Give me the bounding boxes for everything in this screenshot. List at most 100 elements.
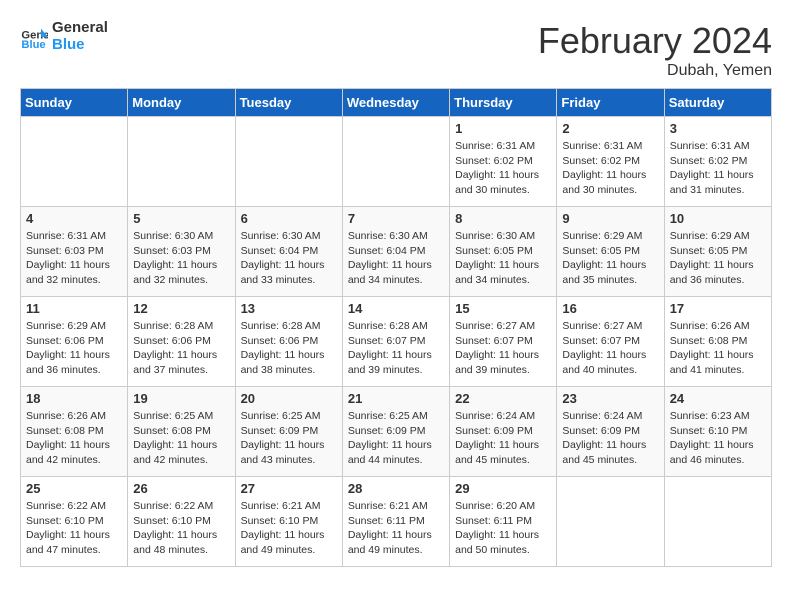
calendar-cell: 21 Sunrise: 6:25 AM Sunset: 6:09 PM Dayli… <box>342 387 449 477</box>
calendar-cell: 29Sunrise: 6:20 AM Sunset: 6:11 PM Dayli… <box>450 477 557 567</box>
calendar-cell: 19 Sunrise: 6:25 AM Sunset: 6:08 PM Dayli… <box>128 387 235 477</box>
calendar-cell: 8 Sunrise: 6:30 AM Sunset: 6:05 PM Daylig… <box>450 207 557 297</box>
day-number: 28 <box>348 481 444 496</box>
day-number: 24 <box>670 391 766 406</box>
week-row-2: 4Sunrise: 6:31 AM Sunset: 6:03 PM Daylig… <box>21 207 772 297</box>
calendar-cell: 4Sunrise: 6:31 AM Sunset: 6:03 PM Daylig… <box>21 207 128 297</box>
page-header: General Blue General Blue February 2024 … <box>20 20 772 80</box>
svg-text:Blue: Blue <box>21 39 45 51</box>
day-info: Sunrise: 6:31 AM Sunset: 6:02 PM Dayligh… <box>670 139 766 198</box>
day-number: 7 <box>348 211 444 226</box>
day-info: Sunrise: 6:21 AM Sunset: 6:11 PM Dayligh… <box>348 499 444 558</box>
day-number: 20 <box>241 391 337 406</box>
day-info: Sunrise: 6:26 AM Sunset: 6:08 PM Dayligh… <box>670 319 766 378</box>
calendar-cell: 9 Sunrise: 6:29 AM Sunset: 6:05 PM Daylig… <box>557 207 664 297</box>
day-number: 1 <box>455 121 551 136</box>
day-number: 11 <box>26 301 122 316</box>
day-number: 6 <box>241 211 337 226</box>
calendar-cell: 20Sunrise: 6:25 AM Sunset: 6:09 PM Dayli… <box>235 387 342 477</box>
day-info: Sunrise: 6:28 AM Sunset: 6:06 PM Dayligh… <box>133 319 229 378</box>
day-number: 16 <box>562 301 658 316</box>
week-row-1: 1 Sunrise: 6:31 AM Sunset: 6:02 PM Daylig… <box>21 117 772 207</box>
day-info: Sunrise: 6:30 AM Sunset: 6:03 PM Dayligh… <box>133 229 229 288</box>
day-info: Sunrise: 6:27 AM Sunset: 6:07 PM Dayligh… <box>455 319 551 378</box>
day-number: 23 <box>562 391 658 406</box>
column-header-wednesday: Wednesday <box>342 89 449 117</box>
calendar-cell: 1 Sunrise: 6:31 AM Sunset: 6:02 PM Daylig… <box>450 117 557 207</box>
day-info: Sunrise: 6:28 AM Sunset: 6:07 PM Dayligh… <box>348 319 444 378</box>
day-number: 3 <box>670 121 766 136</box>
logo-blue-text: Blue <box>52 37 108 54</box>
day-info: Sunrise: 6:25 AM Sunset: 6:09 PM Dayligh… <box>348 409 444 468</box>
column-header-saturday: Saturday <box>664 89 771 117</box>
day-number: 18 <box>26 391 122 406</box>
day-number: 12 <box>133 301 229 316</box>
calendar-cell: 3 Sunrise: 6:31 AM Sunset: 6:02 PM Daylig… <box>664 117 771 207</box>
day-info: Sunrise: 6:27 AM Sunset: 6:07 PM Dayligh… <box>562 319 658 378</box>
day-number: 17 <box>670 301 766 316</box>
calendar-cell: 16 Sunrise: 6:27 AM Sunset: 6:07 PM Dayli… <box>557 297 664 387</box>
calendar-cell: 26Sunrise: 6:22 AM Sunset: 6:10 PM Dayli… <box>128 477 235 567</box>
day-info: Sunrise: 6:30 AM Sunset: 6:04 PM Dayligh… <box>348 229 444 288</box>
day-info: Sunrise: 6:29 AM Sunset: 6:05 PM Dayligh… <box>670 229 766 288</box>
day-number: 14 <box>348 301 444 316</box>
day-info: Sunrise: 6:29 AM Sunset: 6:05 PM Dayligh… <box>562 229 658 288</box>
calendar-cell <box>664 477 771 567</box>
calendar-cell: 14 Sunrise: 6:28 AM Sunset: 6:07 PM Dayli… <box>342 297 449 387</box>
calendar-cell <box>235 117 342 207</box>
calendar-cell: 18Sunrise: 6:26 AM Sunset: 6:08 PM Dayli… <box>21 387 128 477</box>
day-info: Sunrise: 6:25 AM Sunset: 6:08 PM Dayligh… <box>133 409 229 468</box>
calendar-cell: 13 Sunrise: 6:28 AM Sunset: 6:06 PM Dayli… <box>235 297 342 387</box>
calendar-cell <box>342 117 449 207</box>
week-row-5: 25Sunrise: 6:22 AM Sunset: 6:10 PM Dayli… <box>21 477 772 567</box>
calendar-table: SundayMondayTuesdayWednesdayThursdayFrid… <box>20 88 772 567</box>
calendar-cell: 6 Sunrise: 6:30 AM Sunset: 6:04 PM Daylig… <box>235 207 342 297</box>
day-info: Sunrise: 6:31 AM Sunset: 6:03 PM Dayligh… <box>26 229 122 288</box>
day-number: 22 <box>455 391 551 406</box>
calendar-header-row: SundayMondayTuesdayWednesdayThursdayFrid… <box>21 89 772 117</box>
logo-icon: General Blue <box>20 23 48 51</box>
day-number: 13 <box>241 301 337 316</box>
day-info: Sunrise: 6:29 AM Sunset: 6:06 PM Dayligh… <box>26 319 122 378</box>
calendar-cell: 17 Sunrise: 6:26 AM Sunset: 6:08 PM Dayli… <box>664 297 771 387</box>
logo: General Blue General Blue <box>20 20 108 53</box>
day-number: 19 <box>133 391 229 406</box>
calendar-cell: 27 Sunrise: 6:21 AM Sunset: 6:10 PM Dayli… <box>235 477 342 567</box>
day-info: Sunrise: 6:24 AM Sunset: 6:09 PM Dayligh… <box>562 409 658 468</box>
calendar-cell: 23 Sunrise: 6:24 AM Sunset: 6:09 PM Dayli… <box>557 387 664 477</box>
day-number: 27 <box>241 481 337 496</box>
day-number: 10 <box>670 211 766 226</box>
logo-general-text: General <box>52 20 108 37</box>
day-info: Sunrise: 6:31 AM Sunset: 6:02 PM Dayligh… <box>455 139 551 198</box>
day-info: Sunrise: 6:22 AM Sunset: 6:10 PM Dayligh… <box>133 499 229 558</box>
column-header-friday: Friday <box>557 89 664 117</box>
calendar-cell <box>21 117 128 207</box>
column-header-monday: Monday <box>128 89 235 117</box>
day-number: 21 <box>348 391 444 406</box>
week-row-4: 18Sunrise: 6:26 AM Sunset: 6:08 PM Dayli… <box>21 387 772 477</box>
day-number: 9 <box>562 211 658 226</box>
month-title: February 2024 <box>538 20 772 62</box>
day-info: Sunrise: 6:31 AM Sunset: 6:02 PM Dayligh… <box>562 139 658 198</box>
day-info: Sunrise: 6:21 AM Sunset: 6:10 PM Dayligh… <box>241 499 337 558</box>
day-info: Sunrise: 6:23 AM Sunset: 6:10 PM Dayligh… <box>670 409 766 468</box>
day-info: Sunrise: 6:30 AM Sunset: 6:04 PM Dayligh… <box>241 229 337 288</box>
day-info: Sunrise: 6:24 AM Sunset: 6:09 PM Dayligh… <box>455 409 551 468</box>
column-header-sunday: Sunday <box>21 89 128 117</box>
calendar-cell: 11 Sunrise: 6:29 AM Sunset: 6:06 PM Dayli… <box>21 297 128 387</box>
column-header-thursday: Thursday <box>450 89 557 117</box>
calendar-cell: 5 Sunrise: 6:30 AM Sunset: 6:03 PM Daylig… <box>128 207 235 297</box>
title-block: February 2024 Dubah, Yemen <box>538 20 772 80</box>
calendar-cell <box>128 117 235 207</box>
calendar-cell: 10 Sunrise: 6:29 AM Sunset: 6:05 PM Dayli… <box>664 207 771 297</box>
day-number: 5 <box>133 211 229 226</box>
day-number: 8 <box>455 211 551 226</box>
calendar-cell: 15Sunrise: 6:27 AM Sunset: 6:07 PM Dayli… <box>450 297 557 387</box>
calendar-cell: 22 Sunrise: 6:24 AM Sunset: 6:09 PM Dayli… <box>450 387 557 477</box>
day-info: Sunrise: 6:22 AM Sunset: 6:10 PM Dayligh… <box>26 499 122 558</box>
day-info: Sunrise: 6:30 AM Sunset: 6:05 PM Dayligh… <box>455 229 551 288</box>
day-number: 2 <box>562 121 658 136</box>
location: Dubah, Yemen <box>538 62 772 80</box>
day-info: Sunrise: 6:28 AM Sunset: 6:06 PM Dayligh… <box>241 319 337 378</box>
calendar-cell: 24 Sunrise: 6:23 AM Sunset: 6:10 PM Dayli… <box>664 387 771 477</box>
